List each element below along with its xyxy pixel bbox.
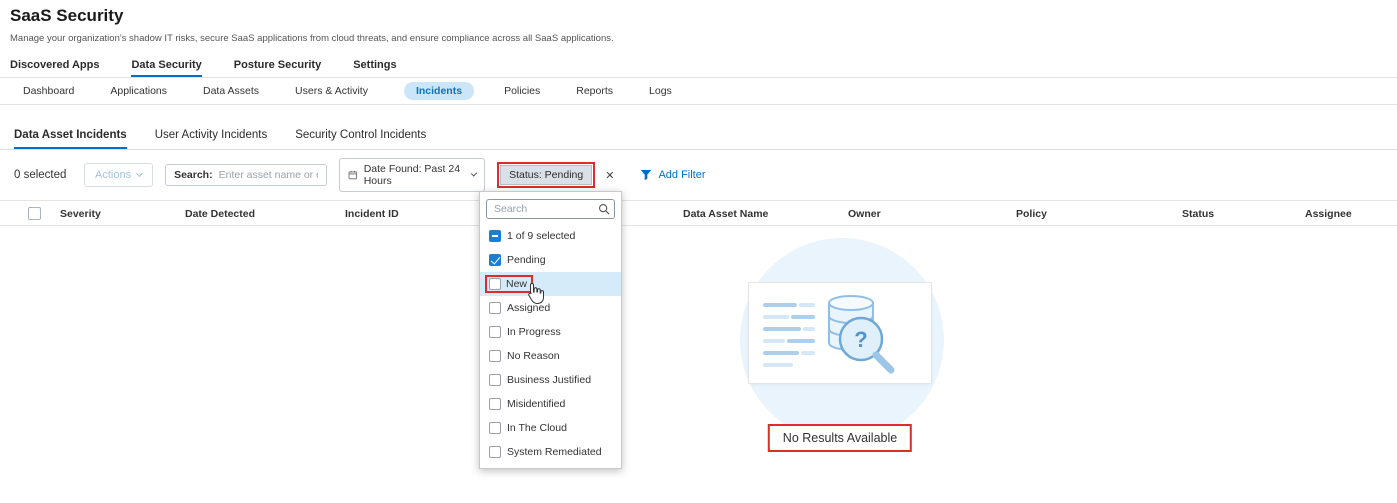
checkbox-unchecked[interactable] — [489, 278, 501, 290]
dropdown-option-misidentified[interactable]: Misidentified — [480, 392, 621, 416]
main-nav-posture-security[interactable]: Posture Security — [234, 59, 321, 77]
actions-label: Actions — [95, 169, 131, 181]
main-nav-data-security[interactable]: Data Security — [131, 59, 201, 77]
select-all-checkbox[interactable] — [28, 207, 41, 220]
page-header: SaaS Security Manage your organization's… — [0, 0, 1397, 44]
actions-button[interactable]: Actions — [84, 163, 153, 187]
new-option-annotation: New — [485, 275, 533, 293]
dropdown-option-no-reason[interactable]: No Reason — [480, 344, 621, 368]
dropdown-option-business-justified[interactable]: Business Justified — [480, 368, 621, 392]
column-header-status[interactable]: Status — [1182, 208, 1214, 220]
calendar-icon — [348, 169, 358, 181]
option-label: Misidentified — [507, 398, 565, 410]
option-label: No Reason — [507, 350, 560, 362]
search-icon — [598, 203, 610, 215]
column-header-policy[interactable]: Policy — [1016, 208, 1047, 220]
chevron-down-icon — [136, 170, 143, 177]
no-results-illustration-icon: ? — [749, 283, 931, 383]
sub-nav-incidents[interactable]: Incidents — [404, 82, 474, 100]
tab-data-asset-incidents[interactable]: Data Asset Incidents — [14, 129, 127, 149]
column-header-data-asset-name[interactable]: Data Asset Name — [683, 208, 768, 220]
sub-nav: Dashboard Applications Data Assets Users… — [0, 78, 1397, 105]
dropdown-summary-row[interactable]: 1 of 9 selected — [480, 224, 621, 248]
option-label: In Progress — [507, 326, 561, 338]
option-label: In The Cloud — [507, 422, 567, 434]
funnel-icon — [640, 169, 652, 181]
dropdown-option-new[interactable]: New — [480, 272, 621, 296]
sub-nav-reports[interactable]: Reports — [576, 85, 613, 97]
checkbox-unchecked[interactable] — [489, 326, 501, 338]
svg-text:?: ? — [854, 327, 867, 352]
table-header: Severity Date Detected Incident ID Data … — [0, 200, 1397, 226]
checkbox-unchecked[interactable] — [489, 422, 501, 434]
dropdown-search-input[interactable] — [486, 199, 615, 219]
sub-nav-logs[interactable]: Logs — [649, 85, 672, 97]
search-input[interactable] — [219, 169, 318, 181]
date-filter-label: Date Found: Past 24 Hours — [364, 163, 466, 187]
remove-status-filter-icon[interactable]: ✕ — [605, 169, 614, 182]
sub-nav-data-assets[interactable]: Data Assets — [203, 85, 259, 97]
status-filter-annotation: Status: Pending — [497, 162, 595, 188]
column-header-incident-id[interactable]: Incident ID — [345, 208, 399, 220]
page-title: SaaS Security — [10, 6, 1387, 26]
search-box[interactable]: Search: — [165, 164, 327, 186]
saas-security-page: SaaS Security Manage your organization's… — [0, 0, 1397, 503]
dropdown-option-in-the-cloud[interactable]: In The Cloud — [480, 416, 621, 440]
option-label: System Remediated — [507, 446, 602, 458]
checkbox-unchecked[interactable] — [489, 446, 501, 458]
column-header-severity[interactable]: Severity — [60, 208, 101, 220]
main-nav: Discovered Apps Data Security Posture Se… — [0, 54, 1397, 78]
checkbox-unchecked[interactable] — [489, 350, 501, 362]
status-filter-chip[interactable]: Status: Pending — [500, 165, 592, 185]
option-label: Pending — [507, 254, 546, 266]
dropdown-option-pending[interactable]: Pending — [480, 248, 621, 272]
status-filter-dropdown: 1 of 9 selected Pending New Assigned In … — [479, 191, 622, 469]
dropdown-option-system-remediated[interactable]: System Remediated — [480, 440, 621, 464]
empty-state-card: ? — [748, 282, 932, 384]
hand-cursor-icon — [527, 282, 545, 305]
date-found-filter[interactable]: Date Found: Past 24 Hours — [339, 158, 485, 192]
search-label: Search: — [174, 169, 213, 181]
spacer — [0, 105, 1397, 121]
page-subtitle: Manage your organization's shadow IT ris… — [10, 33, 1387, 44]
selected-count: 0 selected — [14, 169, 72, 181]
sub-nav-dashboard[interactable]: Dashboard — [23, 85, 74, 97]
sub-nav-policies[interactable]: Policies — [504, 85, 540, 97]
main-nav-settings[interactable]: Settings — [353, 59, 396, 77]
main-nav-discovered-apps[interactable]: Discovered Apps — [10, 59, 99, 77]
sub-nav-users-activity[interactable]: Users & Activity — [295, 85, 368, 97]
dropdown-option-in-progress[interactable]: In Progress — [480, 320, 621, 344]
no-results-message: No Results Available — [768, 424, 912, 452]
dropdown-summary-label: 1 of 9 selected — [507, 230, 575, 242]
column-header-date-detected[interactable]: Date Detected — [185, 208, 255, 220]
column-header-owner[interactable]: Owner — [848, 208, 881, 220]
add-filter-button[interactable]: Add Filter — [640, 169, 705, 181]
checkbox-unchecked[interactable] — [489, 374, 501, 386]
tab-user-activity-incidents[interactable]: User Activity Incidents — [155, 129, 267, 149]
indeterminate-checkbox[interactable] — [489, 230, 501, 242]
toolbar: 0 selected Actions Search: Date Found: P… — [0, 150, 1397, 200]
status-filter-label: Status: Pending — [509, 169, 583, 181]
tab-security-control-incidents[interactable]: Security Control Incidents — [295, 129, 426, 149]
empty-state: ? No Results Available — [728, 230, 952, 470]
add-filter-label: Add Filter — [658, 169, 705, 181]
sub-nav-applications[interactable]: Applications — [110, 85, 167, 97]
option-label: New — [506, 278, 527, 290]
dropdown-search[interactable] — [486, 199, 615, 219]
option-label: Business Justified — [507, 374, 591, 386]
checkbox-checked[interactable] — [489, 254, 501, 266]
column-header-assignee[interactable]: Assignee — [1305, 208, 1352, 220]
checkbox-unchecked[interactable] — [489, 302, 501, 314]
checkbox-unchecked[interactable] — [489, 398, 501, 410]
incident-tabs: Data Asset Incidents User Activity Incid… — [0, 121, 1397, 150]
dropdown-option-assigned[interactable]: Assigned — [480, 296, 621, 320]
chevron-down-icon — [471, 170, 478, 177]
